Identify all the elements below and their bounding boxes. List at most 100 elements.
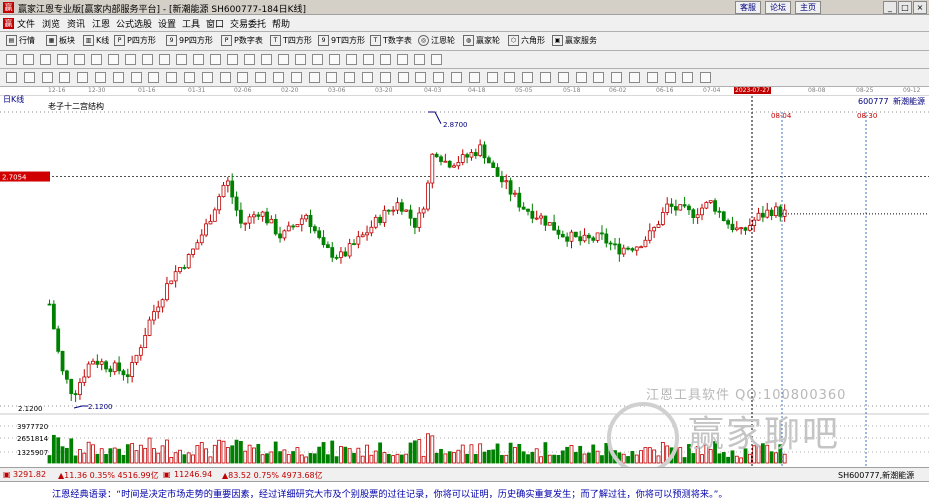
- tool-icon-22[interactable]: [379, 72, 391, 83]
- draw-tool-icon-12[interactable]: [193, 54, 204, 65]
- tool-icon-33[interactable]: [575, 72, 587, 83]
- tool-icon-37[interactable]: [646, 72, 658, 83]
- tool-icon-27[interactable]: [468, 72, 480, 83]
- tb-t-table-button[interactable]: T T数字表: [370, 35, 412, 46]
- tool-icon-21[interactable]: [362, 72, 373, 83]
- menu-window[interactable]: 窗口: [206, 17, 224, 30]
- tool-icon-1[interactable]: [6, 72, 17, 83]
- link-home[interactable]: 主页: [795, 1, 821, 14]
- menu-info[interactable]: 资讯: [67, 17, 85, 30]
- tool-icon-2[interactable]: [23, 72, 35, 83]
- tool-icon-17[interactable]: [290, 72, 302, 83]
- tool-icon-4[interactable]: [59, 72, 71, 83]
- draw-tool-icon-2[interactable]: [23, 54, 34, 65]
- tb-sector-button[interactable]: ▦ 板块: [46, 35, 75, 46]
- tb-winner-wheel-button[interactable]: ◍ 赢家轮: [463, 35, 500, 46]
- draw-tool-icon-23[interactable]: [380, 54, 391, 65]
- draw-tool-icon-7[interactable]: [108, 54, 119, 65]
- tb-kline-button[interactable]: ▥ K线: [83, 35, 109, 46]
- tool-icon-32[interactable]: [557, 72, 569, 83]
- tool-icon-12[interactable]: [201, 72, 213, 83]
- tool-icon-6[interactable]: [95, 72, 106, 83]
- link-customer-service[interactable]: 客服: [735, 1, 761, 14]
- menu-gann[interactable]: 江恩: [92, 17, 110, 30]
- tb-service-button[interactable]: ▣ 赢家服务: [552, 35, 597, 46]
- tool-icon-16[interactable]: [273, 72, 284, 83]
- tool-icon-7[interactable]: [112, 72, 124, 83]
- draw-tool-icon-9[interactable]: [142, 54, 153, 65]
- volume-bar: [569, 445, 574, 464]
- tool-icon-10[interactable]: [166, 72, 178, 83]
- menu-formula[interactable]: 公式选股: [116, 17, 152, 30]
- tool-icon-34[interactable]: [593, 72, 605, 83]
- tool-icon-5[interactable]: [77, 72, 89, 83]
- tool-icon-23[interactable]: [397, 72, 409, 83]
- menu-trade[interactable]: 交易委托: [230, 17, 266, 30]
- menu-browse[interactable]: 浏览: [42, 17, 60, 30]
- candle-body: [138, 347, 143, 356]
- tool-icon-11[interactable]: [184, 72, 195, 83]
- link-forum[interactable]: 论坛: [765, 1, 791, 14]
- draw-tool-icon-24[interactable]: [397, 54, 408, 65]
- draw-tool-icon-3[interactable]: [40, 54, 51, 65]
- draw-tool-icon-20[interactable]: [329, 54, 340, 65]
- draw-tool-icon-6[interactable]: [91, 54, 102, 65]
- tool-icon-18[interactable]: [308, 72, 320, 83]
- tool-icon-39[interactable]: [682, 72, 694, 83]
- tool-icon-3[interactable]: [41, 72, 53, 83]
- draw-tool-icon-16[interactable]: [261, 54, 272, 65]
- tb-9t-square-button[interactable]: 9 9T四方形: [318, 35, 365, 46]
- tool-icon-31[interactable]: [540, 72, 551, 83]
- menu-tools[interactable]: 工具: [182, 17, 200, 30]
- tb-quotes-button[interactable]: ▤ 行情: [6, 35, 35, 46]
- tb-9p-square-button[interactable]: 9 9P四方形: [166, 35, 213, 46]
- draw-tool-icon-11[interactable]: [176, 54, 187, 65]
- maximize-icon[interactable]: □: [898, 1, 912, 14]
- volume-bar: [578, 445, 583, 464]
- tool-icon-26[interactable]: [451, 72, 462, 83]
- tb-gann-wheel-button[interactable]: ◎ 江恩轮: [418, 35, 455, 46]
- close-icon[interactable]: ×: [913, 1, 927, 14]
- draw-tool-icon-18[interactable]: [295, 54, 306, 65]
- draw-tool-icon-4[interactable]: [57, 54, 68, 65]
- tool-icon-38[interactable]: [664, 72, 676, 83]
- minimize-icon[interactable]: _: [883, 1, 897, 14]
- draw-tool-icon-22[interactable]: [363, 54, 374, 65]
- draw-tool-icon-14[interactable]: [227, 54, 238, 65]
- tool-icon-25[interactable]: [433, 72, 445, 83]
- tool-icon-9[interactable]: [148, 72, 160, 83]
- draw-tool-icon-13[interactable]: [210, 54, 221, 65]
- tool-icon-28[interactable]: [486, 72, 498, 83]
- tb-p-square-button[interactable]: P P四方形: [114, 35, 156, 46]
- tb-p-table-button[interactable]: P P数字表: [221, 35, 263, 46]
- draw-tool-icon-10[interactable]: [159, 54, 170, 65]
- draw-tool-icon-15[interactable]: [244, 54, 255, 65]
- draw-tool-icon-21[interactable]: [346, 54, 357, 65]
- tool-icon-30[interactable]: [522, 72, 534, 83]
- menu-settings[interactable]: 设置: [158, 17, 176, 30]
- draw-tool-icon-5[interactable]: [74, 54, 85, 65]
- draw-tool-icon-1[interactable]: [6, 54, 17, 65]
- tb-hexagon-button[interactable]: ⬡ 六角形: [508, 35, 545, 46]
- tool-icon-13[interactable]: [219, 72, 231, 83]
- tool-icon-35[interactable]: [611, 72, 623, 83]
- tool-icon-29[interactable]: [504, 72, 516, 83]
- menu-app-icon[interactable]: 赢: [3, 18, 14, 29]
- tool-icon-36[interactable]: [629, 72, 640, 83]
- draw-tool-icon-17[interactable]: [278, 54, 289, 65]
- draw-tool-icon-25[interactable]: [414, 54, 425, 65]
- candle-body: [360, 234, 365, 238]
- tool-icon-40[interactable]: [700, 72, 712, 83]
- tool-icon-8[interactable]: [130, 72, 142, 83]
- draw-tool-icon-19[interactable]: [312, 54, 323, 65]
- tool-icon-15[interactable]: [255, 72, 267, 83]
- tool-icon-19[interactable]: [326, 72, 338, 83]
- tool-icon-24[interactable]: [415, 72, 427, 83]
- tb-t-square-button[interactable]: T T四方形: [270, 35, 312, 46]
- draw-tool-icon-8[interactable]: [125, 54, 136, 65]
- menu-help[interactable]: 帮助: [272, 17, 290, 30]
- tool-icon-14[interactable]: [237, 72, 249, 83]
- tool-icon-20[interactable]: [344, 72, 356, 83]
- menu-file[interactable]: 文件: [17, 17, 35, 30]
- draw-tool-icon-26[interactable]: [431, 54, 442, 65]
